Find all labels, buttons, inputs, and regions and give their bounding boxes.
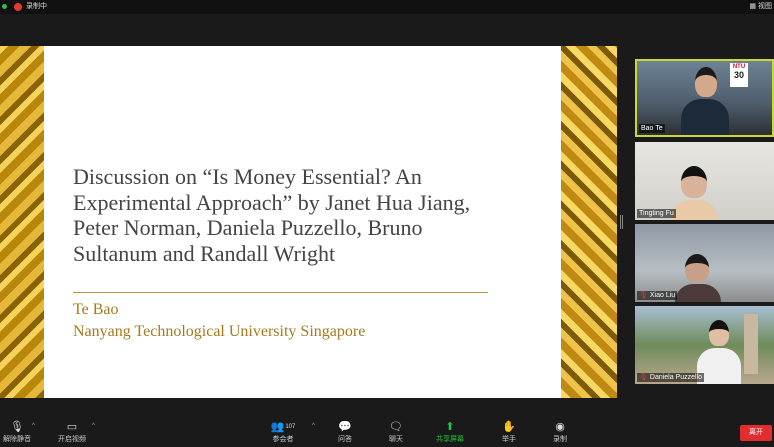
- mic-muted-icon: 🎙: [639, 374, 648, 381]
- participant-name: Daniela Puzzello: [649, 374, 703, 381]
- raise-hand-button[interactable]: ✋ 举手: [494, 419, 524, 447]
- slide-title: Discussion on “Is Money Essential? An Ex…: [73, 164, 471, 266]
- recording-status: 录制中: [26, 3, 47, 10]
- qa-icon: 💬: [338, 421, 352, 433]
- slide-affiliation: Nanyang Technological University Singapo…: [73, 323, 366, 340]
- recording-icon: [14, 3, 22, 11]
- mic-off-icon: 🎙: [10, 421, 24, 433]
- slide-divider: [73, 292, 488, 293]
- share-screen-button[interactable]: ⬆ 共享屏幕: [430, 419, 470, 447]
- chat-label: 聊天: [389, 436, 403, 443]
- record-label: 录制: [553, 436, 567, 443]
- video-off-icon: ▭: [66, 421, 78, 433]
- participant-video: [671, 200, 717, 220]
- video-tile-daniela-puzzello[interactable]: 🎙 Daniela Puzzello: [635, 306, 774, 384]
- slide-gold-border-left: [0, 46, 44, 398]
- share-screen-label: 共享屏幕: [436, 436, 464, 443]
- video-tile-bao-te[interactable]: NTU 30 Bao Te: [635, 59, 774, 137]
- mic-muted-icon: 🎙: [639, 292, 648, 299]
- grid-view-icon: ▦: [749, 3, 757, 10]
- leave-button[interactable]: 离开: [740, 425, 772, 441]
- panel-resize-handle[interactable]: [620, 215, 624, 229]
- record-button[interactable]: ◉ 录制: [545, 419, 575, 447]
- participants-options-chevron-icon[interactable]: ^: [312, 423, 315, 429]
- participants-count: 107: [285, 424, 296, 430]
- slide-gold-border-right: [561, 46, 617, 398]
- background-tower: [744, 314, 758, 374]
- meeting-toolbar: 🎙 解除静音 ^ ▭ 开启视频 ^ 👥107 参会者 ^ 💬 问答 🗨 聊天 ⬆…: [0, 419, 774, 447]
- participant-name: Tingting Fu: [637, 209, 676, 218]
- view-button[interactable]: ▦ 视图: [749, 0, 772, 14]
- unmute-button[interactable]: 🎙 解除静音: [0, 419, 34, 447]
- share-screen-icon: ⬆: [445, 421, 455, 433]
- view-label: 视图: [758, 3, 772, 10]
- participant-name: Xiao Liu: [649, 292, 676, 299]
- participant-video: [681, 99, 729, 135]
- video-tile-tingting-fu[interactable]: Tingting Fu: [635, 142, 774, 220]
- participants-icon: 👥: [270, 421, 285, 433]
- chat-icon: 🗨: [389, 421, 403, 433]
- hand-icon: ✋: [502, 421, 516, 433]
- security-status-icon: [2, 4, 7, 9]
- participants-button[interactable]: 👥107 参会者: [266, 419, 300, 447]
- participant-video: [675, 284, 721, 302]
- slide-author: Te Bao: [73, 301, 119, 318]
- start-video-button[interactable]: ▭ 开启视频: [54, 419, 90, 447]
- shared-screen: Discussion on “Is Money Essential? An Ex…: [0, 46, 617, 398]
- meeting-top-bar: 录制中 ▦ 视图: [0, 0, 774, 14]
- start-video-label: 开启视频: [58, 436, 86, 443]
- video-options-chevron-icon[interactable]: ^: [92, 423, 95, 429]
- qa-label: 问答: [338, 436, 352, 443]
- ntu-logo: NTU 30: [730, 63, 748, 87]
- audio-options-chevron-icon[interactable]: ^: [32, 423, 35, 429]
- participants-label: 参会者: [272, 436, 294, 443]
- qa-button[interactable]: 💬 问答: [330, 419, 360, 447]
- raise-hand-label: 举手: [502, 436, 516, 443]
- presentation-slide: Discussion on “Is Money Essential? An Ex…: [44, 46, 561, 398]
- unmute-label: 解除静音: [3, 436, 31, 443]
- participant-name: Bao Te: [639, 124, 665, 133]
- record-icon: ◉: [555, 421, 565, 433]
- video-tile-xiao-liu[interactable]: 🎙 Xiao Liu: [635, 224, 774, 302]
- chat-button[interactable]: 🗨 聊天: [381, 419, 411, 447]
